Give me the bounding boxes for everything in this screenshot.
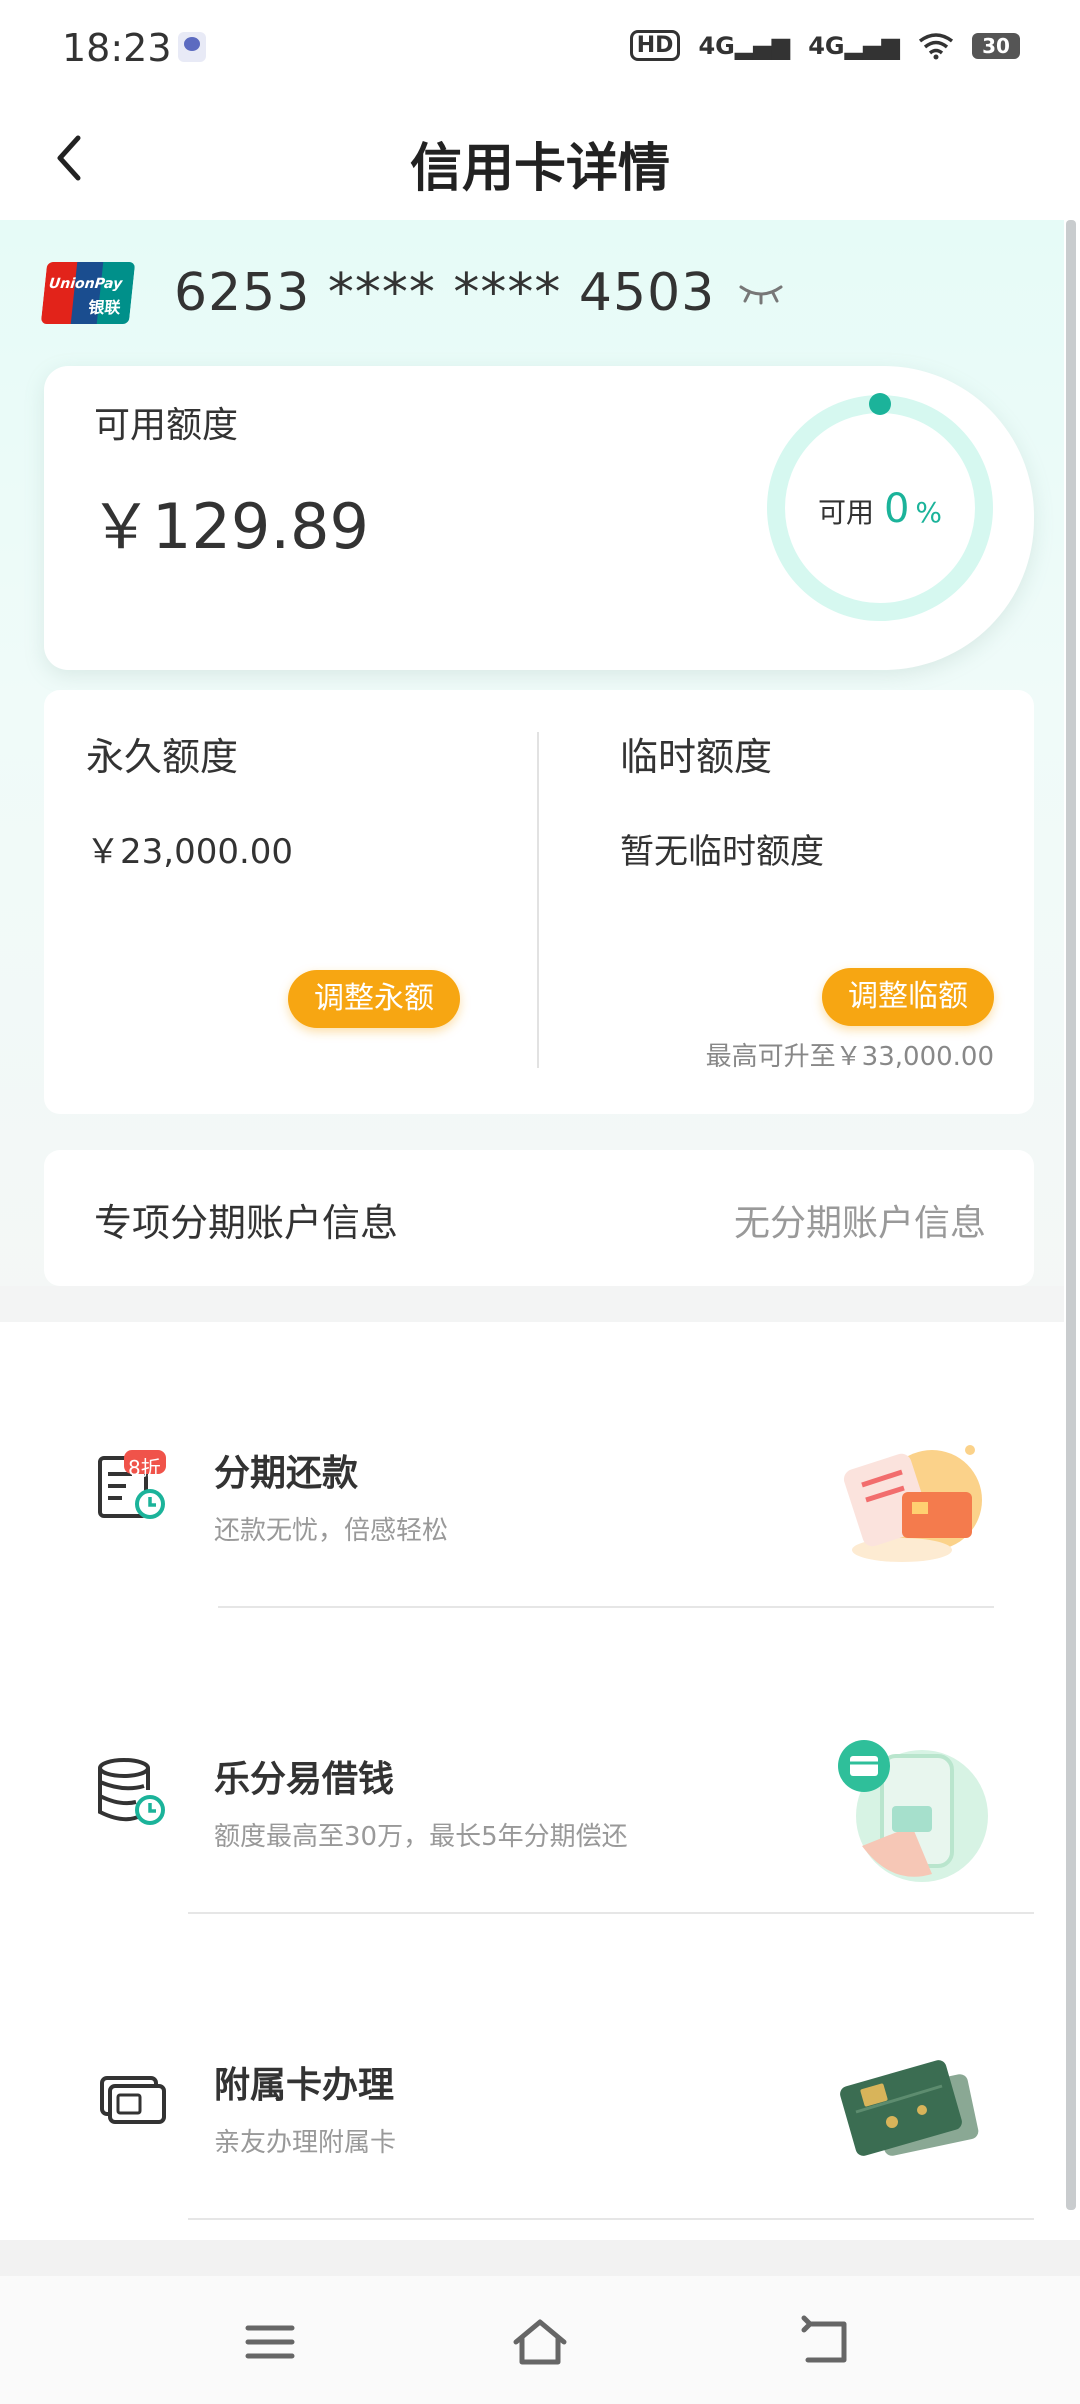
discount-badge: 8折 xyxy=(128,1456,161,1480)
notification-icon xyxy=(178,32,206,62)
status-icons: HD 4G▂▄▆ 4G▂▄▆ 30 xyxy=(629,30,1020,61)
divider xyxy=(537,732,539,1068)
service-title: 分期还款 xyxy=(214,1453,359,1494)
back-icon[interactable] xyxy=(796,2314,856,2370)
bottom-spacer xyxy=(0,2240,1080,2276)
service-title: 附属卡办理 xyxy=(214,2065,395,2106)
scrollbar[interactable] xyxy=(1066,220,1076,2210)
page-title: 信用卡详情 xyxy=(409,139,670,199)
section-gap xyxy=(0,1286,1064,1322)
wifi-icon xyxy=(918,32,954,59)
service-subtitle: 还款无忧，倍感轻松 xyxy=(214,1516,449,1546)
available-amount: ￥129.89 xyxy=(90,490,369,563)
installment-account-label: 专项分期账户信息 xyxy=(94,1201,399,1245)
service-item-supplementary-card[interactable]: 附属卡办理 亲友办理附属卡 xyxy=(0,1952,1064,2252)
ring-progress-dot xyxy=(869,393,891,415)
ring-unit: % xyxy=(915,496,943,529)
available-label: 可用额度 xyxy=(94,405,239,446)
system-nav-bar xyxy=(0,2276,1080,2404)
menu-icon[interactable] xyxy=(240,2314,300,2370)
service-item-borrow[interactable]: 乐分易借钱 额度最高至30万，最长5年分期偿还 xyxy=(0,1646,1064,1946)
service-title: 乐分易借钱 xyxy=(214,1759,395,1800)
signal-icon-1: 4G▂▄▆ xyxy=(698,31,791,60)
ring-label: 可用 xyxy=(817,496,874,529)
bill-card-illustration xyxy=(843,1445,982,1562)
installment-account-row[interactable]: 专项分期账户信息 无分期账户信息 xyxy=(44,1150,1034,1286)
divider xyxy=(188,2218,1034,2220)
permanent-quota-value: ￥23,000.00 xyxy=(86,832,294,872)
temporary-quota-title: 临时额度 xyxy=(620,735,773,779)
adjust-temporary-button[interactable]: 调整临额 xyxy=(822,968,994,1026)
phone-hand-illustration xyxy=(838,1740,988,1882)
card-number: 6253 **** **** 4503 xyxy=(174,263,716,323)
eye-closed-icon[interactable] xyxy=(737,281,785,305)
status-bar: 18:23 HD 4G▂▄▆ 4G▂▄▆ 30 xyxy=(0,0,1080,100)
hd-icon: HD xyxy=(629,30,681,61)
status-time: 18:23 xyxy=(62,26,172,70)
coins-clock-icon xyxy=(98,1758,165,1825)
temporary-quota-note: 最高可升至￥33,000.00 xyxy=(705,1042,994,1072)
service-subtitle: 亲友办理附属卡 xyxy=(214,2128,397,2158)
signal-icon-2: 4G▂▄▆ xyxy=(808,31,900,60)
cards-icon xyxy=(100,2076,166,2124)
battery-icon: 30 xyxy=(972,32,1020,59)
installment-account-value: 无分期账户信息 xyxy=(733,1203,986,1244)
cards-illustration xyxy=(840,2060,979,2156)
adjust-permanent-button[interactable]: 调整永额 xyxy=(288,970,460,1028)
card-number-row: UnionPay 银联 6253 **** **** 4503 xyxy=(40,258,785,328)
temporary-quota-value: 暂无临时额度 xyxy=(620,832,824,872)
unionpay-logo: UnionPay 银联 xyxy=(40,262,136,324)
quota-panel: 永久额度 ￥23,000.00 调整永额 临时额度 暂无临时额度 调整临额 最高… xyxy=(44,690,1034,1114)
ring-percent: 0 xyxy=(883,486,910,532)
service-subtitle: 额度最高至30万，最长5年分期偿还 xyxy=(214,1822,628,1852)
divider xyxy=(188,1912,1034,1914)
page-header: 信用卡详情 xyxy=(0,100,1080,220)
ring-text: 可用 0% xyxy=(764,486,996,532)
home-icon[interactable] xyxy=(510,2314,570,2370)
permanent-quota-title: 永久额度 xyxy=(86,735,239,779)
service-item-installment-repay[interactable]: 8折 分期还款 还款无忧，倍感轻松 xyxy=(0,1340,1064,1640)
divider xyxy=(218,1606,994,1608)
available-credit-card: 可用额度 ￥129.89 可用 0% xyxy=(44,366,1034,670)
